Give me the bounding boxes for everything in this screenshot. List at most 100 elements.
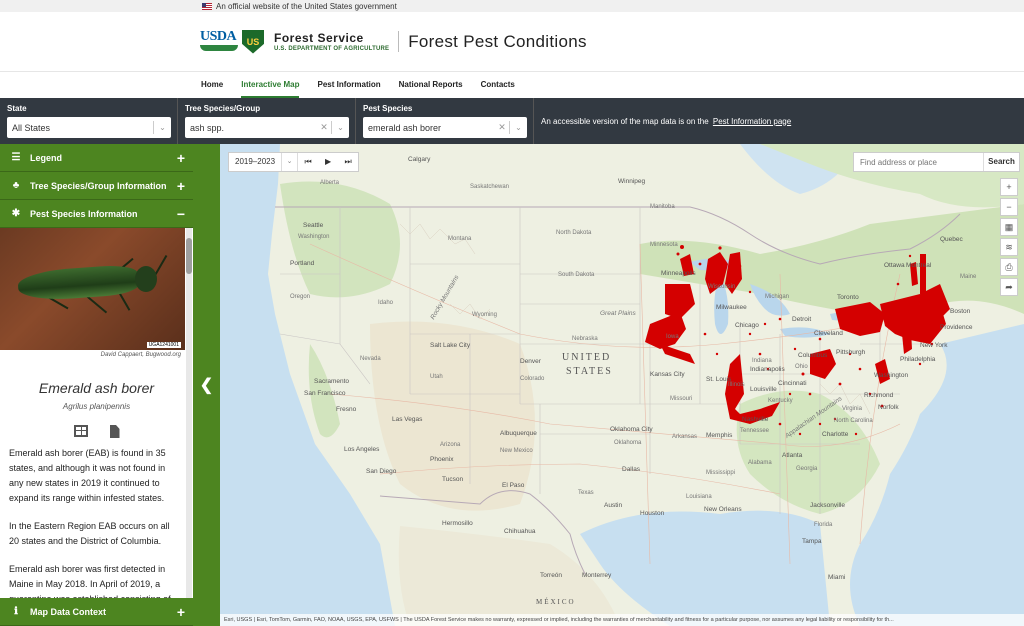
pest-common-name: Emerald ash borer <box>38 380 155 396</box>
pest-info-link[interactable]: Pest Information page <box>713 117 791 126</box>
map-label: Miami <box>828 574 846 581</box>
time-slider: 2019–2023 ⌄ ⏮ ▶ ⏭ <box>228 152 360 172</box>
basemap <box>220 144 1024 626</box>
tree-label: Tree Species/Group <box>185 104 261 113</box>
bug-icon: ✱ <box>11 208 21 219</box>
time-range[interactable]: 2019–2023 <box>229 153 283 171</box>
scrollbar[interactable] <box>186 228 192 598</box>
nav-contacts[interactable]: Contacts <box>481 72 515 98</box>
collapse-icon: − <box>176 205 185 222</box>
zoom-out-icon[interactable]: − <box>1000 198 1018 216</box>
map-label: Charlotte <box>822 431 849 438</box>
site-header: USDA US Forest Service U.S. DEPARTMENT O… <box>0 12 1024 72</box>
sidebar: ☰ Legend + ♣ Tree Species/Group Informat… <box>0 144 193 626</box>
tree-icon: ♣ <box>12 180 20 191</box>
map-label: Washington <box>298 234 330 240</box>
map-view[interactable]: Calgary Winnipeg Alberta Saskatchewan Ma… <box>220 144 1024 626</box>
map-label: Oklahoma City <box>610 426 653 433</box>
chevron-down-icon[interactable]: ⌄ <box>153 121 171 134</box>
map-label: Texas <box>578 490 594 496</box>
map-label: Colorado <box>520 376 545 382</box>
map-label: Milwaukee <box>716 304 747 311</box>
chevron-down-icon[interactable]: ⌄ <box>282 153 299 171</box>
nav-interactive-map[interactable]: Interactive Map <box>241 72 300 98</box>
layers-icon[interactable]: ≋ <box>1000 238 1018 256</box>
chevron-down-icon[interactable]: ⌄ <box>509 121 527 134</box>
map-label: Ohio <box>795 364 808 370</box>
clear-icon[interactable]: ✕ <box>317 122 331 133</box>
tree-select[interactable]: ash spp. ✕ ⌄ <box>185 117 349 138</box>
map-label: Manitoba <box>650 204 675 210</box>
map-label: Iowa <box>666 334 679 340</box>
filter-bar: State All States ⌄ Tree Species/Group as… <box>0 98 1024 144</box>
zoom-in-icon[interactable]: + <box>1000 178 1018 196</box>
expand-icon: + <box>176 603 185 620</box>
previous-icon[interactable]: ⏮ <box>298 153 318 171</box>
map-label: Saskatchewan <box>470 184 510 190</box>
pest-info-panel[interactable]: UGA1241001 David Cappaert, Bugwood.org E… <box>0 228 193 598</box>
map-label: Georgia <box>796 466 818 472</box>
state-select[interactable]: All States ⌄ <box>7 117 171 138</box>
accordion-tree-info[interactable]: ♣ Tree Species/Group Information + <box>0 172 193 200</box>
map-label: Tennessee <box>740 428 770 434</box>
list-icon: ☰ <box>11 152 21 163</box>
map-label: Wyoming <box>472 312 497 318</box>
map-label: Los Angeles <box>344 446 380 453</box>
map-label: Nevada <box>360 356 381 362</box>
map-label: Las Vegas <box>392 416 423 423</box>
map-label: Fresno <box>336 406 357 413</box>
nav-pest-information[interactable]: Pest Information <box>317 72 380 98</box>
document-icon[interactable] <box>109 425 120 438</box>
map-label: Monterrey <box>582 572 612 579</box>
forest-service-shield-icon[interactable]: US <box>242 29 264 54</box>
main-nav: Home Interactive Map Pest Information Na… <box>0 72 1024 98</box>
expand-icon: + <box>176 149 185 166</box>
nav-home[interactable]: Home <box>201 72 223 98</box>
map-label: Arizona <box>440 442 461 448</box>
chevron-down-icon[interactable]: ⌄ <box>331 121 349 134</box>
map-label: Nebraska <box>572 336 598 342</box>
agency-sub: U.S. DEPARTMENT OF AGRICULTURE <box>274 46 390 52</box>
pest-photo: UGA1241001 <box>0 228 185 350</box>
qr-icon[interactable]: ▦ <box>1000 218 1018 236</box>
map-label: North Carolina <box>834 418 873 424</box>
table-icon[interactable] <box>73 425 88 437</box>
usda-logo[interactable]: USDA <box>200 29 238 54</box>
photo-tag: UGA1241001 <box>146 342 181 348</box>
pest-select[interactable]: emerald ash borer ✕ ⌄ <box>363 117 527 138</box>
accordion-pest-info[interactable]: ✱ Pest Species Information − <box>0 200 193 228</box>
map-label: Indiana <box>752 358 772 364</box>
clear-icon[interactable]: ✕ <box>495 122 509 133</box>
tree-filter: Tree Species/Group ash spp. ✕ ⌄ <box>178 98 356 144</box>
scrollbar-thumb[interactable] <box>186 238 192 274</box>
print-icon[interactable]: ⎙ <box>1000 258 1018 276</box>
map-label: North Dakota <box>556 230 592 236</box>
map-label: El Paso <box>502 482 525 489</box>
agency-name: Forest Service <box>274 31 364 45</box>
map-label: Minnesota <box>650 242 678 248</box>
gov-banner: An official website of the United States… <box>0 0 1024 12</box>
search-input[interactable] <box>854 153 983 171</box>
map-label: Virginia <box>842 406 862 412</box>
photo-credit: David Cappaert, Bugwood.org <box>100 352 181 358</box>
search-button[interactable]: Search <box>983 153 1019 171</box>
next-icon[interactable]: ⏭ <box>338 153 358 171</box>
accordion-legend[interactable]: ☰ Legend + <box>0 144 193 172</box>
play-icon[interactable]: ▶ <box>318 153 338 171</box>
nav-national-reports[interactable]: National Reports <box>399 72 463 98</box>
map-search: Search <box>853 152 1020 172</box>
map-label: Alberta <box>320 180 340 186</box>
map-label: Kansas City <box>650 371 685 378</box>
collapse-sidebar-button[interactable]: ❮ <box>193 144 220 626</box>
agency-block: Forest Service U.S. DEPARTMENT OF AGRICU… <box>274 31 400 52</box>
map-label: Houston <box>640 510 665 517</box>
map-label: Utah <box>430 374 443 380</box>
map-label: Jacksonville <box>810 502 846 509</box>
share-icon[interactable]: ➦ <box>1000 278 1018 296</box>
map-label: Arkansas <box>672 434 698 440</box>
map-label: Montana <box>448 236 472 242</box>
map-label: Sacramento <box>314 378 350 385</box>
map-tools: + − ▦ ≋ ⎙ ➦ <box>1000 178 1018 298</box>
accordion-map-context[interactable]: ℹ Map Data Context + <box>0 598 193 626</box>
map-label: Phoenix <box>430 456 454 463</box>
